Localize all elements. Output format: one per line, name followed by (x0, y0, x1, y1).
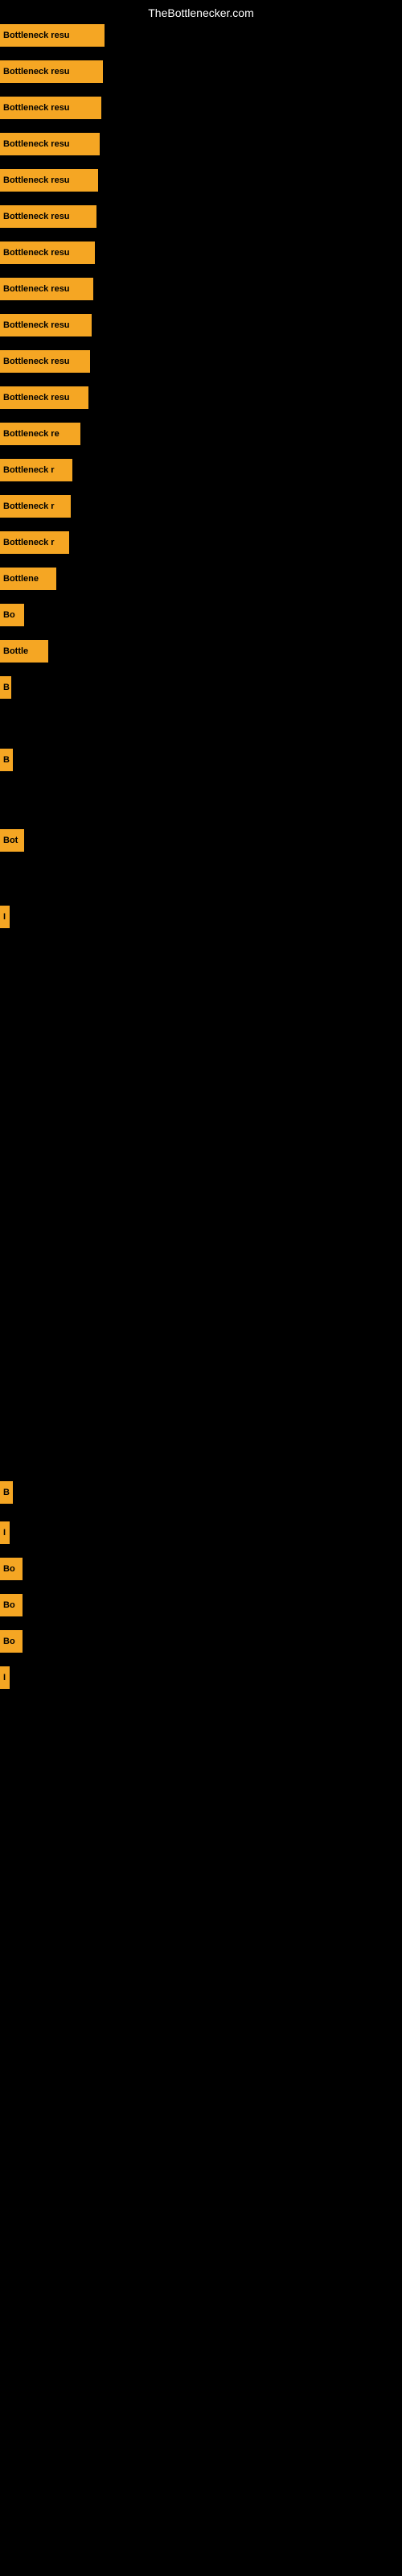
bar-item: Bottleneck resu (0, 24, 105, 47)
bar-item: Bo (0, 1594, 23, 1616)
bar-item: Bottleneck resu (0, 97, 101, 119)
bar-item: Bottleneck r (0, 495, 71, 518)
bar-label: Bottleneck resu (0, 242, 95, 264)
bar-item: Bottleneck resu (0, 278, 93, 300)
bar-item: Bottleneck r (0, 459, 72, 481)
bar-item: Bo (0, 1630, 23, 1653)
bar-label: B (0, 749, 13, 771)
bar-label: Bottleneck resu (0, 24, 105, 47)
bar-item: Bottleneck resu (0, 169, 98, 192)
bar-item: Bottleneck resu (0, 350, 90, 373)
bar-label: Bot (0, 829, 24, 852)
bar-item: Bottlene (0, 568, 56, 590)
bar-item: I (0, 906, 10, 928)
bar-label: I (0, 1521, 10, 1544)
bar-label: Bottleneck resu (0, 278, 93, 300)
bar-label: Bottleneck resu (0, 386, 88, 409)
bar-label: Bottleneck re (0, 423, 80, 445)
bar-item: Bottleneck resu (0, 60, 103, 83)
bar-item: Bo (0, 604, 24, 626)
bar-label: I (0, 1666, 10, 1689)
bar-item: Bottleneck resu (0, 205, 96, 228)
bar-label: B (0, 1481, 13, 1504)
bar-label: B (0, 676, 11, 699)
bar-item: Bottleneck re (0, 423, 80, 445)
bar-item: B (0, 1481, 13, 1504)
bar-label: Bottleneck resu (0, 133, 100, 155)
site-title: TheBottlenecker.com (0, 0, 402, 23)
bar-label: Bottleneck r (0, 495, 71, 518)
bar-label: Bottle (0, 640, 48, 663)
bar-label: Bottleneck resu (0, 97, 101, 119)
bar-label: Bottleneck resu (0, 350, 90, 373)
bar-item: Bottleneck resu (0, 386, 88, 409)
bar-item: B (0, 676, 11, 699)
bar-label: Bottleneck resu (0, 314, 92, 336)
bar-label: Bottleneck r (0, 459, 72, 481)
bar-label: Bottleneck resu (0, 169, 98, 192)
bar-label: Bo (0, 604, 24, 626)
bar-label: Bottleneck resu (0, 205, 96, 228)
bar-item: Bottleneck resu (0, 314, 92, 336)
bar-item: B (0, 749, 13, 771)
bar-label: Bottleneck r (0, 531, 69, 554)
bar-item: Bottleneck resu (0, 242, 95, 264)
bar-item: Bottleneck r (0, 531, 69, 554)
bar-label: Bo (0, 1630, 23, 1653)
bar-label: Bottlene (0, 568, 56, 590)
bar-label: Bottleneck resu (0, 60, 103, 83)
bar-label: Bo (0, 1594, 23, 1616)
bar-item: I (0, 1666, 10, 1689)
bar-item: Bo (0, 1558, 23, 1580)
bar-item: Bot (0, 829, 24, 852)
bar-label: I (0, 906, 10, 928)
bar-item: Bottle (0, 640, 48, 663)
bar-item: I (0, 1521, 10, 1544)
bar-label: Bo (0, 1558, 23, 1580)
bar-item: Bottleneck resu (0, 133, 100, 155)
